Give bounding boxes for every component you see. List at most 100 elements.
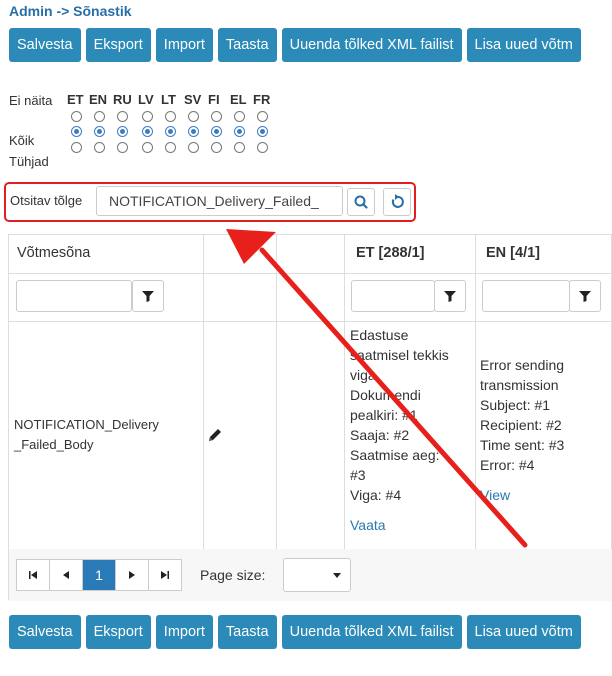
translations-grid: Võtmesõna ET [288/1] EN [4/1] NOTIFICATI… xyxy=(8,234,612,601)
radio-el-0[interactable] xyxy=(234,111,245,122)
radio-lv-1[interactable] xyxy=(142,126,153,137)
et-translation-line: Saaja: #2 xyxy=(350,427,410,443)
key-filter-input[interactable] xyxy=(16,280,132,312)
en-translation-line: Error sending xyxy=(480,357,565,373)
lang-header-et: ET xyxy=(67,92,84,107)
last-page-button[interactable] xyxy=(149,560,182,590)
search-input[interactable]: NOTIFICATION_Delivery_Failed_ xyxy=(96,186,343,216)
radio-fr-1[interactable] xyxy=(257,126,268,137)
radio-lt-2[interactable] xyxy=(165,142,176,153)
et-translation-line: viga xyxy=(350,367,376,383)
radio-en-0[interactable] xyxy=(94,111,105,122)
lang-header-en: EN xyxy=(89,92,108,107)
current-page-button[interactable]: 1 xyxy=(83,560,116,590)
radio-fi-1[interactable] xyxy=(211,126,222,137)
radio-fr-0[interactable] xyxy=(257,111,268,122)
update-from-xml-button-bottom[interactable]: Uuenda tõlked XML failist xyxy=(281,615,462,649)
restore-button-bottom[interactable]: Taasta xyxy=(217,615,277,649)
et-translation-line: saatmisel tekkis xyxy=(350,347,449,363)
et-view-link[interactable]: Vaata xyxy=(350,515,470,535)
et-translation-cell[interactable]: Edastuse saatmisel tekkis viga Dokumendi pea… xyxy=(350,325,470,535)
row-label-all: Kõik xyxy=(9,133,35,148)
et-translation-line: #3 xyxy=(350,467,366,483)
export-button-bottom[interactable]: Eksport xyxy=(85,615,151,649)
en-translation-cell[interactable]: Error sending transmission Subject: #1 Reci… xyxy=(480,355,610,505)
column-divider xyxy=(276,235,277,549)
add-new-keys-button-bottom[interactable]: Lisa uued võtm xyxy=(466,615,581,649)
add-new-keys-button[interactable]: Lisa uued võtm xyxy=(466,28,581,62)
radio-lv-0[interactable] xyxy=(142,111,153,122)
en-translation-line: transmission xyxy=(480,377,559,393)
lang-header-lt: LT xyxy=(161,92,176,107)
radio-ru-0[interactable] xyxy=(117,111,128,122)
next-page-button[interactable] xyxy=(116,560,149,590)
column-divider xyxy=(475,235,476,549)
radio-et-2[interactable] xyxy=(71,142,82,153)
search-icon xyxy=(354,195,368,209)
export-button[interactable]: Eksport xyxy=(85,28,151,62)
filter-icon xyxy=(142,291,154,302)
breadcrumb[interactable]: Admin -> Sõnastik xyxy=(9,3,132,19)
radio-lt-1[interactable] xyxy=(165,126,176,137)
reset-icon xyxy=(391,194,404,208)
radio-el-2[interactable] xyxy=(234,142,245,153)
radio-ru-2[interactable] xyxy=(117,142,128,153)
radio-en-1[interactable] xyxy=(94,126,105,137)
lang-header-fr: FR xyxy=(253,92,271,107)
en-translation-line: Error: #4 xyxy=(480,457,535,473)
column-header-key[interactable]: Võtmesõna xyxy=(17,245,90,261)
column-divider xyxy=(203,235,204,549)
top-toolbar: Salvesta Eksport Import Taasta Uuenda tõ… xyxy=(9,28,581,62)
et-filter-button[interactable] xyxy=(434,280,466,312)
radio-et-0[interactable] xyxy=(71,111,82,122)
filter-icon xyxy=(579,291,591,302)
radio-fi-0[interactable] xyxy=(211,111,222,122)
en-filter-input[interactable] xyxy=(482,280,570,312)
en-filter-button[interactable] xyxy=(569,280,601,312)
radio-et-1[interactable] xyxy=(71,126,82,137)
en-view-link[interactable]: View xyxy=(480,485,610,505)
next-page-icon xyxy=(129,571,135,579)
et-translation-line: Dokumendi xyxy=(350,387,421,403)
update-from-xml-button[interactable]: Uuenda tõlked XML failist xyxy=(281,28,462,62)
radio-lt-0[interactable] xyxy=(165,111,176,122)
lang-header-el: EL xyxy=(230,92,247,107)
first-page-icon xyxy=(29,571,37,579)
first-page-button[interactable] xyxy=(17,560,50,590)
radio-lv-2[interactable] xyxy=(142,142,153,153)
et-filter-input[interactable] xyxy=(351,280,435,312)
row-label-empty: Tühjad xyxy=(9,154,49,169)
radio-sv-0[interactable] xyxy=(188,111,199,122)
key-filter-button[interactable] xyxy=(132,280,164,312)
lang-header-ru: RU xyxy=(113,92,132,107)
page-size-label: Page size: xyxy=(200,567,266,583)
radio-ru-1[interactable] xyxy=(117,126,128,137)
prev-page-button[interactable] xyxy=(50,560,83,590)
edit-icon[interactable] xyxy=(206,426,224,444)
page-size-select[interactable] xyxy=(283,558,351,592)
en-translation-line: Time sent: #3 xyxy=(480,437,565,453)
column-header-et[interactable]: ET [288/1] xyxy=(356,245,425,261)
radio-el-1[interactable] xyxy=(234,126,245,137)
search-button[interactable] xyxy=(347,188,375,216)
column-header-en[interactable]: EN [4/1] xyxy=(486,245,540,261)
radio-fi-2[interactable] xyxy=(211,142,222,153)
row-key-text: NOTIFICATION_Delivery_Failed_Body xyxy=(14,417,159,452)
restore-button[interactable]: Taasta xyxy=(217,28,277,62)
en-translation-line: Recipient: #2 xyxy=(480,417,562,433)
radio-sv-1[interactable] xyxy=(188,126,199,137)
last-page-icon xyxy=(161,571,169,579)
en-translation-line: Subject: #1 xyxy=(480,397,551,413)
radio-en-2[interactable] xyxy=(94,142,105,153)
radio-sv-2[interactable] xyxy=(188,142,199,153)
save-button[interactable]: Salvesta xyxy=(9,28,81,62)
import-button-bottom[interactable]: Import xyxy=(155,615,213,649)
bottom-toolbar: Salvesta Eksport Import Taasta Uuenda tõ… xyxy=(9,615,581,649)
save-button-bottom[interactable]: Salvesta xyxy=(9,615,81,649)
et-translation-line: Saatmise aeg: xyxy=(350,447,440,463)
import-button[interactable]: Import xyxy=(155,28,213,62)
reset-button[interactable] xyxy=(383,188,411,216)
lang-header-fi: FI xyxy=(208,92,220,107)
et-translation-line: Viga: #4 xyxy=(350,487,402,503)
radio-fr-2[interactable] xyxy=(257,142,268,153)
